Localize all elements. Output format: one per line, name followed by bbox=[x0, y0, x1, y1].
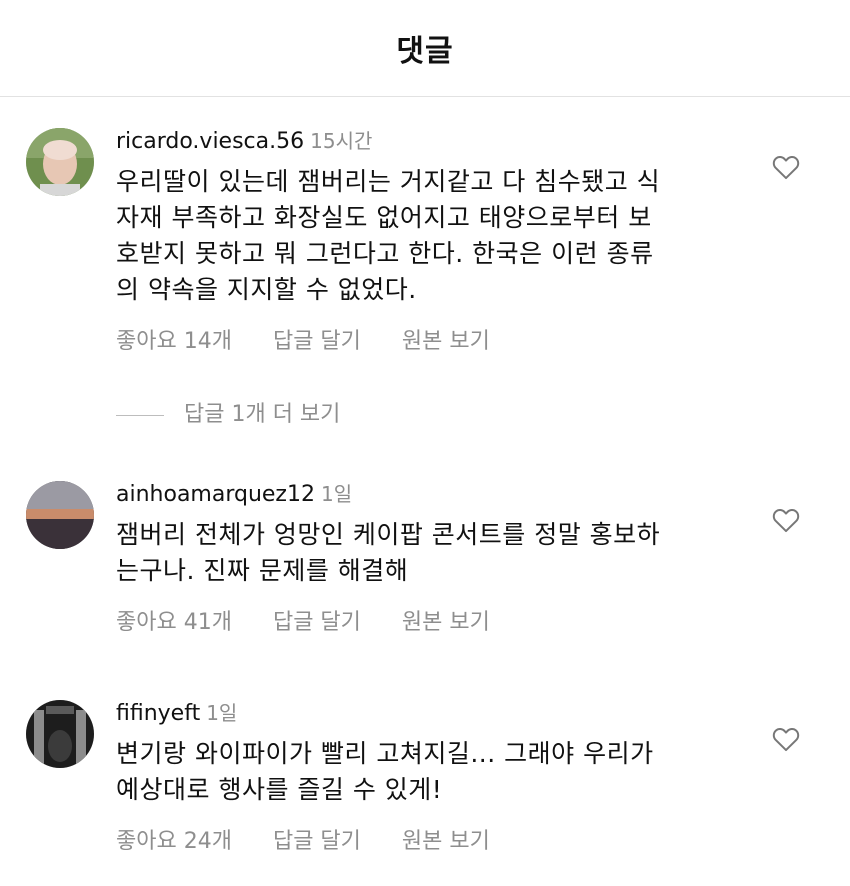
comment-text-line: 예상대로 행사를 즐길 수 있게! bbox=[116, 775, 443, 804]
comment-text: 우리딸이 있는데 잼버리는 거지같고 다 침수됐고 식 자재 부족하고 화장실도… bbox=[116, 164, 736, 308]
comment-text-line: 자재 부족하고 화장실도 없어지고 태양으로부터 보 bbox=[116, 203, 652, 232]
comment-text-line: 우리딸이 있는데 잼버리는 거지같고 다 침수됐고 식 bbox=[116, 167, 661, 196]
username[interactable]: ainhoamarquez12 bbox=[116, 482, 315, 507]
comment-text: 변기랑 와이파이가 빨리 고쳐지길... 그래야 우리가 예상대로 행사를 즐길… bbox=[116, 736, 736, 808]
comment-text-line: 변기랑 와이파이가 빨리 고쳐지길... 그래야 우리가 bbox=[116, 739, 654, 768]
avatar[interactable] bbox=[26, 128, 94, 196]
comment-text-line: 호받지 못하고 뭐 그런다고 한다. 한국은 이런 종류 bbox=[116, 239, 654, 268]
reply-button[interactable]: 답글 달기 bbox=[273, 326, 361, 358]
comment-text-line: 의 약속을 지지할 수 없었다. bbox=[116, 275, 417, 304]
comment-actions: 좋아요 24개 답글 달기 원본 보기 bbox=[116, 826, 736, 858]
reply-button[interactable]: 답글 달기 bbox=[273, 826, 361, 858]
reply-button[interactable]: 답글 달기 bbox=[273, 607, 361, 639]
avatar[interactable] bbox=[26, 481, 94, 549]
timestamp: 15시간 bbox=[310, 129, 373, 153]
username[interactable]: fifinyeft bbox=[116, 701, 200, 726]
view-more-replies-label: 답글 1개 더 보기 bbox=[184, 402, 341, 427]
page-title: 댓글 bbox=[396, 34, 454, 69]
heart-outline-icon[interactable] bbox=[772, 507, 800, 533]
likes-count[interactable]: 좋아요 24개 bbox=[116, 826, 232, 858]
likes-count[interactable]: 좋아요 14개 bbox=[116, 326, 232, 358]
view-more-replies-button[interactable]: 답글 1개 더 보기 bbox=[116, 398, 340, 432]
header: 댓글 bbox=[0, 0, 850, 97]
timestamp: 1일 bbox=[320, 482, 353, 506]
heart-outline-icon[interactable] bbox=[772, 726, 800, 752]
see-original-button[interactable]: 원본 보기 bbox=[402, 326, 490, 358]
comment-body: ainhoamarquez12 1일 잼버리 전체가 엉망인 케이팝 콘서트를 정… bbox=[116, 481, 736, 639]
likes-count[interactable]: 좋아요 41개 bbox=[116, 607, 232, 639]
avatar[interactable] bbox=[26, 700, 94, 768]
comment-text: 잼버리 전체가 엉망인 케이팝 콘서트를 정말 홍보하 는구나. 진짜 문제를 … bbox=[116, 517, 736, 589]
comment-body: ricardo.viesca.56 15시간 우리딸이 있는데 잼버리는 거지같고… bbox=[116, 128, 736, 358]
comment-text-line: 는구나. 진짜 문제를 해결해 bbox=[116, 556, 409, 585]
replies-divider-line bbox=[116, 414, 164, 416]
comment-actions: 좋아요 41개 답글 달기 원본 보기 bbox=[116, 607, 736, 639]
timestamp: 1일 bbox=[206, 701, 238, 725]
comments-page: 댓글 ricardo.viesca.56 15시간 우리딸이 있는데 잼버리는 거… bbox=[0, 0, 850, 886]
see-original-button[interactable]: 원본 보기 bbox=[402, 826, 490, 858]
see-original-button[interactable]: 원본 보기 bbox=[402, 607, 490, 639]
comment-body: fifinyeft 1일 변기랑 와이파이가 빨리 고쳐지길... 그래야 우리가… bbox=[116, 700, 736, 858]
comment-text-line: 잼버리 전체가 엉망인 케이팝 콘서트를 정말 홍보하 bbox=[116, 520, 661, 549]
comment-actions: 좋아요 14개 답글 달기 원본 보기 bbox=[116, 326, 736, 358]
username[interactable]: ricardo.viesca.56 bbox=[116, 129, 304, 154]
heart-outline-icon[interactable] bbox=[772, 154, 800, 180]
